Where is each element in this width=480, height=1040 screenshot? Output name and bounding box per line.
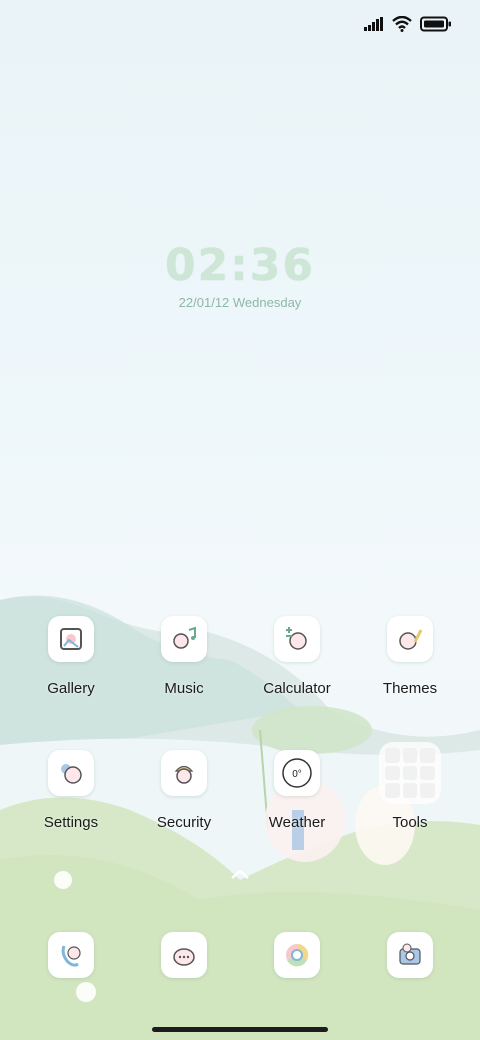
battery-icon bbox=[420, 16, 451, 32]
clock-date: 22/01/12 Wednesday bbox=[178, 295, 302, 310]
app-label: Calculator bbox=[263, 680, 331, 697]
dock-messages[interactable] bbox=[136, 932, 232, 978]
tools-folder-icon bbox=[379, 742, 441, 804]
chevron-up-icon[interactable] bbox=[230, 868, 250, 880]
app-security[interactable]: Security bbox=[136, 750, 232, 831]
camera-icon bbox=[387, 932, 433, 978]
app-tools-folder[interactable]: Tools bbox=[362, 742, 458, 831]
app-calculator[interactable]: Calculator bbox=[249, 616, 345, 697]
signal-icon bbox=[364, 17, 383, 31]
settings-icon bbox=[48, 750, 94, 796]
weather-icon: 0° bbox=[274, 750, 320, 796]
calculator-icon bbox=[274, 616, 320, 662]
home-indicator[interactable] bbox=[152, 1027, 328, 1032]
app-label: Tools bbox=[392, 814, 428, 831]
status-bar bbox=[364, 16, 452, 32]
clock-time: 02:36 bbox=[164, 240, 316, 291]
gallery-icon bbox=[48, 616, 94, 662]
app-label: Settings bbox=[43, 814, 99, 831]
messages-icon bbox=[161, 932, 207, 978]
app-themes[interactable]: Themes bbox=[362, 616, 458, 697]
phone-icon bbox=[48, 932, 94, 978]
clock-widget[interactable]: 02:36 22/01/12 Wednesday bbox=[0, 240, 480, 310]
music-icon bbox=[161, 616, 207, 662]
dock-camera[interactable] bbox=[362, 932, 458, 978]
app-label: Gallery bbox=[47, 680, 95, 697]
themes-icon bbox=[387, 616, 433, 662]
wifi-icon bbox=[392, 16, 412, 32]
dock-phone[interactable] bbox=[23, 932, 119, 978]
app-weather[interactable]: 0° Weather bbox=[249, 750, 345, 831]
app-label: Music bbox=[164, 680, 204, 697]
app-label: Themes bbox=[382, 680, 438, 697]
weather-temp: 0° bbox=[292, 769, 302, 780]
app-label: Security bbox=[156, 814, 212, 831]
dock-browser[interactable] bbox=[249, 932, 345, 978]
app-label: Weather bbox=[268, 814, 326, 831]
browser-icon bbox=[274, 932, 320, 978]
security-icon bbox=[161, 750, 207, 796]
app-settings[interactable]: Settings bbox=[23, 750, 119, 831]
app-music[interactable]: Music bbox=[136, 616, 232, 697]
app-gallery[interactable]: Gallery bbox=[23, 616, 119, 697]
